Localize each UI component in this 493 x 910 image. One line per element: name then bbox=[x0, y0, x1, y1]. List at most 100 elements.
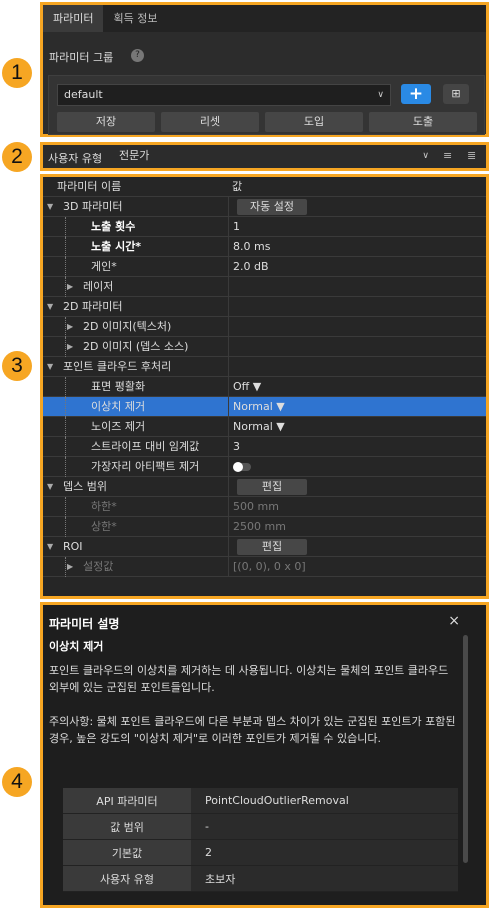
expand-arrow-icon[interactable]: ▼ bbox=[47, 197, 53, 217]
tree-row-value[interactable]: 3 bbox=[228, 437, 478, 457]
tab-parameters[interactable]: 파라미터 bbox=[43, 5, 104, 32]
tree-row-name: 노출 횟수 bbox=[91, 220, 136, 233]
collapse-arrow-icon[interactable]: ▶ bbox=[67, 317, 73, 337]
tree-row-value[interactable]: 편집 bbox=[228, 537, 478, 557]
tree-row[interactable]: ▶ 설정값 [(0, 0), 0 x 0] bbox=[43, 557, 486, 577]
tree-row[interactable]: 노출 시간* 8.0 ms bbox=[43, 237, 486, 257]
tree-row[interactable]: ▼ 3D 파라미터 자동 설정 bbox=[43, 197, 486, 217]
tree-row-value[interactable]: 자동 설정 bbox=[228, 197, 478, 217]
tree-row-value[interactable]: Off ▼ bbox=[228, 377, 478, 397]
tree-row-value[interactable]: 2.0 dB bbox=[228, 257, 478, 277]
tree-row[interactable]: ▼ ROI 편집 bbox=[43, 537, 486, 557]
tree-row-name: 스트라이프 대비 임계값 bbox=[91, 440, 200, 453]
user-type-value: 전문가 bbox=[119, 149, 150, 162]
tree-row-value[interactable]: 1 bbox=[228, 217, 478, 237]
tree-row-name: 표면 평활화 bbox=[91, 380, 146, 393]
tree-row-button[interactable]: 자동 설정 bbox=[237, 199, 307, 215]
tree-row-value[interactable] bbox=[228, 357, 478, 377]
tree-row-name: 게인* bbox=[91, 260, 117, 273]
tree-row[interactable]: ▼ 뎁스 범위 편집 bbox=[43, 477, 486, 497]
close-icon[interactable]: × bbox=[448, 613, 460, 629]
tree-row[interactable]: 스트라이프 대비 임계값 3 bbox=[43, 437, 486, 457]
tree-row-name: ROI bbox=[63, 540, 83, 553]
collapse-arrow-icon[interactable]: ▶ bbox=[67, 337, 73, 357]
reset-button[interactable]: 리셋 bbox=[161, 112, 259, 132]
add-group-button[interactable]: + bbox=[401, 84, 431, 104]
tree-row[interactable]: 표면 평활화 Off ▼ bbox=[43, 377, 486, 397]
tree-row-value[interactable] bbox=[228, 457, 478, 477]
tree-row-value[interactable]: 8.0 ms bbox=[228, 237, 478, 257]
collapse-all-icon[interactable]: ≡ bbox=[443, 149, 457, 163]
tree-row-value[interactable] bbox=[228, 317, 478, 337]
table-row: 기본값 2 bbox=[63, 839, 458, 866]
tree-row[interactable]: 게인* 2.0 dB bbox=[43, 257, 486, 277]
tree-row-value[interactable]: 편집 bbox=[228, 477, 478, 497]
tree-row[interactable]: ▼ 2D 파라미터 bbox=[43, 297, 486, 317]
help-icon[interactable]: ? bbox=[131, 49, 144, 62]
description-table: API 파라미터 PointCloudOutlierRemoval 값 범위 - 기… bbox=[63, 788, 458, 892]
expand-arrow-icon[interactable]: ▼ bbox=[47, 537, 53, 557]
tree-row[interactable]: 노출 횟수 1 bbox=[43, 217, 486, 237]
table-value: 2 bbox=[191, 839, 458, 866]
tree-row-name: 포인트 클라우드 후처리 bbox=[63, 360, 172, 373]
tree-row-button[interactable]: 편집 bbox=[237, 479, 307, 495]
tree-row-value[interactable]: Normal ▼ bbox=[228, 417, 478, 437]
import-button[interactable]: 도입 bbox=[265, 112, 363, 132]
tree-row-value[interactable]: 500 mm bbox=[228, 497, 478, 517]
toggle-switch[interactable] bbox=[233, 462, 251, 472]
callout-3: 3 bbox=[2, 351, 32, 381]
tree-row[interactable]: ▶ 2D 이미지(텍스처) bbox=[43, 317, 486, 337]
tree-row-value[interactable] bbox=[228, 277, 478, 297]
expand-arrow-icon[interactable]: ▼ bbox=[47, 357, 53, 377]
tree-row-value[interactable] bbox=[228, 337, 478, 357]
tree-row-value[interactable] bbox=[228, 297, 478, 317]
tree-row-name: 레이저 bbox=[83, 280, 114, 293]
parameter-description-panel: 파라미터 설명 × 이상치 제거 포인트 클라우드의 이상치를 제거하는 데 사… bbox=[40, 602, 489, 908]
tree-row[interactable]: ▼ 포인트 클라우드 후처리 bbox=[43, 357, 486, 377]
tree-row[interactable]: 가장자리 아티팩트 제거 bbox=[43, 457, 486, 477]
tree-row-name: 노출 시간* bbox=[91, 240, 142, 253]
parameter-group-controls: default ∨ + ⊞ 저장 리셋 도입 도출 bbox=[48, 75, 485, 135]
tree-row[interactable]: 이상치 제거 Normal ▼ bbox=[43, 397, 486, 417]
header-name: 파라미터 이름 bbox=[57, 180, 122, 193]
description-subtitle: 이상치 제거 bbox=[49, 640, 104, 653]
grid-icon[interactable]: ⊞ bbox=[443, 84, 469, 104]
callout-1: 1 bbox=[2, 58, 32, 88]
tree-row[interactable]: 상한* 2500 mm bbox=[43, 517, 486, 537]
tree-guide-line bbox=[65, 217, 66, 237]
callout-4: 4 bbox=[2, 767, 32, 797]
table-value: 초보자 bbox=[191, 865, 458, 892]
expand-arrow-icon[interactable]: ▼ bbox=[47, 297, 53, 317]
tree-row-button[interactable]: 편집 bbox=[237, 539, 307, 555]
tree-row-value[interactable]: [(0, 0), 0 x 0] bbox=[228, 557, 478, 577]
tree-guide-line bbox=[65, 257, 66, 277]
save-button[interactable]: 저장 bbox=[57, 112, 155, 132]
table-key: 값 범위 bbox=[63, 813, 191, 840]
parameter-tree: 파라미터 이름 값 ▼ 3D 파라미터 자동 설정 노출 횟수 1 노출 시간* 8.0 m… bbox=[40, 174, 489, 599]
table-key: API 파라미터 bbox=[63, 788, 191, 814]
collapse-arrow-icon[interactable]: ▶ bbox=[67, 557, 73, 577]
parameter-group-title: 파라미터 그룹 bbox=[49, 51, 114, 64]
tree-row-name: 노이즈 제거 bbox=[91, 420, 146, 433]
expand-arrow-icon[interactable]: ▼ bbox=[47, 477, 53, 497]
expand-all-icon[interactable]: ≣ bbox=[467, 149, 481, 163]
tree-guide-line bbox=[65, 557, 66, 577]
tree-row-value[interactable]: Normal ▼ bbox=[228, 397, 478, 417]
description-paragraph-1: 포인트 클라우드의 이상치를 제거하는 데 사용됩니다. 이상치는 물체의 포인… bbox=[49, 664, 449, 694]
tree-row[interactable]: ▶ 레이저 bbox=[43, 277, 486, 297]
table-key: 사용자 유형 bbox=[63, 865, 191, 892]
tree-row[interactable]: 하한* 500 mm bbox=[43, 497, 486, 517]
description-scrollbar[interactable] bbox=[463, 635, 468, 863]
parameter-group-select[interactable]: default ∨ bbox=[57, 84, 391, 106]
tree-guide-line bbox=[65, 517, 66, 537]
tree-guide-line bbox=[65, 437, 66, 457]
collapse-arrow-icon[interactable]: ▶ bbox=[67, 277, 73, 297]
export-button[interactable]: 도출 bbox=[369, 112, 477, 132]
tab-acquisition-info[interactable]: 획득 정보 bbox=[103, 5, 167, 32]
table-row: API 파라미터 PointCloudOutlierRemoval bbox=[63, 788, 458, 814]
tree-row[interactable]: ▶ 2D 이미지 (뎁스 소스) bbox=[43, 337, 486, 357]
user-type-select[interactable]: 전문가 ∨ bbox=[113, 147, 435, 167]
tree-row-value[interactable]: 2500 mm bbox=[228, 517, 478, 537]
tree-row[interactable]: 노이즈 제거 Normal ▼ bbox=[43, 417, 486, 437]
table-value: - bbox=[191, 813, 458, 840]
